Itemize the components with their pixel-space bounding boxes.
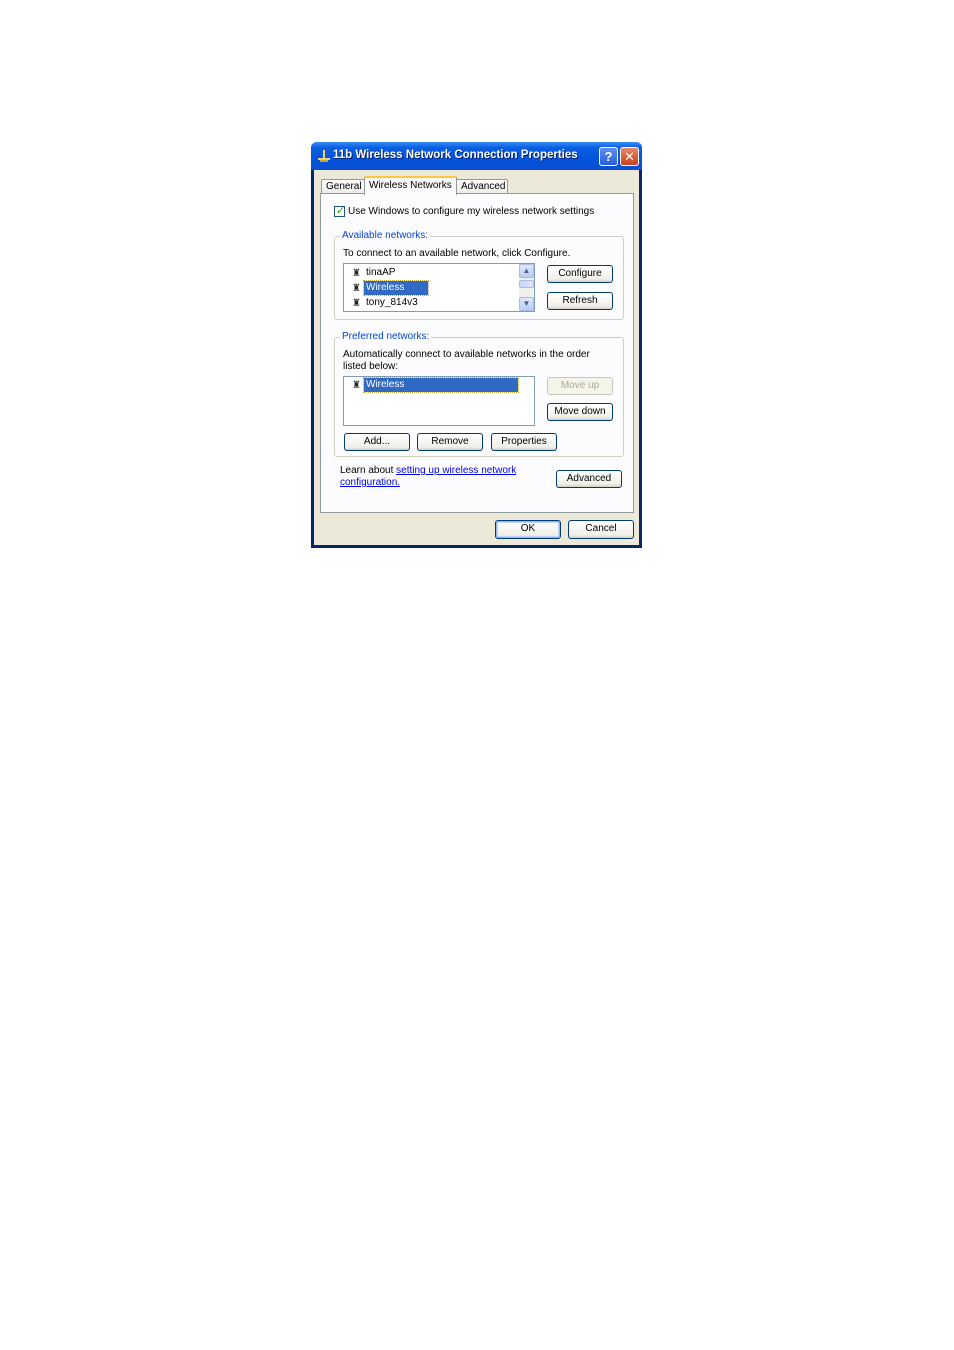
add-button[interactable]: Add... [344, 433, 410, 451]
refresh-button[interactable]: Refresh [547, 292, 613, 310]
preferred-networks-list[interactable]: ♜ Wireless [343, 376, 535, 426]
configure-button[interactable]: Configure [547, 265, 613, 283]
list-item[interactable]: ♜ tinaAP [344, 266, 519, 280]
use-windows-label[interactable]: Use Windows to configure my wireless net… [348, 206, 594, 217]
list-item[interactable]: ♜ Wireless [344, 377, 534, 393]
network-name: Wireless [363, 377, 519, 393]
preferred-networks-instruction: Automatically connect to available netwo… [343, 349, 590, 372]
tab-label: Wireless Networks [369, 180, 452, 191]
chevron-down-icon: ▼ [522, 299, 531, 308]
title-bar[interactable]: 11b Wireless Network Connection Properti… [311, 142, 642, 170]
vertical-scrollbar[interactable]: ▲ ▼ [519, 264, 534, 311]
network-name: tinaAP [366, 267, 396, 278]
antenna-icon: ♜ [352, 283, 361, 294]
scroll-up-button[interactable]: ▲ [519, 264, 534, 278]
available-networks-list[interactable]: ♜ tinaAP ♜ Wireless ♜ tony_814v3 ▲ ▼ [343, 263, 535, 312]
list-item[interactable]: ♜ tony_814v3 [344, 296, 519, 310]
close-button[interactable]: ✕ [620, 147, 639, 166]
remove-button[interactable]: Remove [417, 433, 483, 451]
checkmark-icon: ✓ [336, 205, 346, 217]
chevron-up-icon: ▲ [522, 266, 531, 275]
available-networks-instruction: To connect to an available network, clic… [343, 248, 571, 259]
help-button[interactable]: ? [599, 147, 618, 166]
help-icon: ? [604, 149, 613, 164]
move-up-button[interactable]: Move up [547, 377, 613, 395]
properties-dialog: 11b Wireless Network Connection Properti… [311, 142, 642, 548]
cancel-button[interactable]: Cancel [568, 520, 634, 539]
dialog-client-area: General Wireless Networks Advanced ✓ Use… [314, 170, 639, 545]
tab-label: Advanced [461, 181, 506, 192]
preferred-networks-title: Preferred networks: [340, 331, 432, 342]
close-icon: ✕ [624, 149, 635, 164]
window-title: 11b Wireless Network Connection Properti… [333, 149, 578, 161]
tab-label: General [326, 181, 362, 192]
ok-button[interactable]: OK [495, 520, 561, 539]
preferred-networks-group: Preferred networks: Automatically connec… [334, 331, 624, 457]
network-name: tony_814v3 [366, 297, 418, 308]
available-networks-title: Available networks: [340, 230, 430, 241]
learn-about-prefix: Learn about [340, 465, 397, 476]
antenna-icon: ♜ [352, 380, 361, 391]
tab-wireless-networks[interactable]: Wireless Networks [364, 176, 457, 195]
antenna-icon: ♜ [352, 268, 361, 279]
setup-wireless-link-continued[interactable]: configuration. [340, 477, 400, 488]
learn-about-text: Learn about setting up wireless network … [340, 465, 516, 489]
scroll-down-button[interactable]: ▼ [519, 297, 534, 311]
wireless-networks-panel: ✓ Use Windows to configure my wireless n… [320, 193, 634, 513]
network-connection-icon [318, 150, 330, 162]
setup-wireless-link[interactable]: setting up wireless network [396, 465, 516, 476]
advanced-button[interactable]: Advanced [556, 470, 622, 488]
available-networks-group: Available networks: To connect to an ava… [334, 230, 624, 320]
use-windows-checkbox[interactable]: ✓ [334, 205, 346, 217]
move-down-button[interactable]: Move down [547, 403, 613, 421]
tab-general[interactable]: General [321, 179, 365, 194]
scroll-thumb[interactable] [519, 280, 534, 288]
tab-advanced[interactable]: Advanced [456, 179, 508, 194]
network-name: Wireless [363, 280, 429, 296]
list-item[interactable]: ♜ Wireless [344, 280, 519, 296]
properties-button[interactable]: Properties [491, 433, 557, 451]
antenna-icon: ♜ [352, 298, 361, 309]
